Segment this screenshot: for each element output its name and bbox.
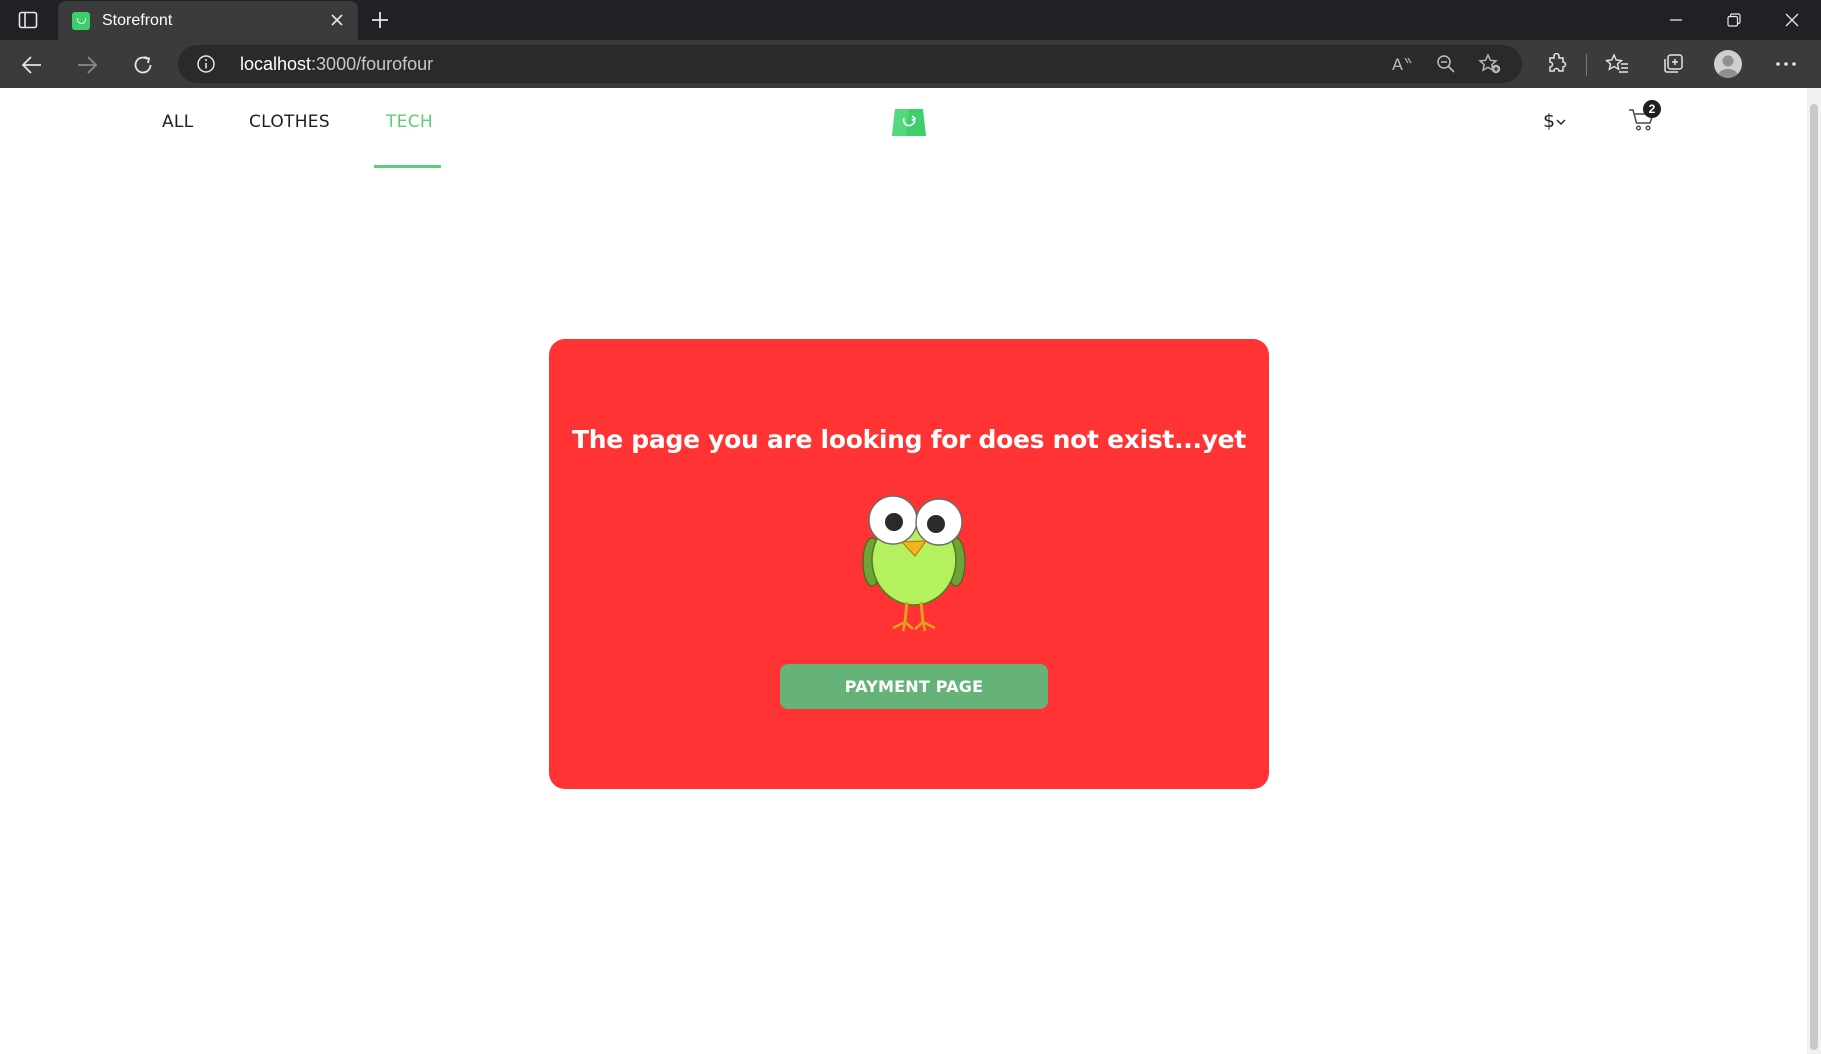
extensions-icon[interactable] (1543, 51, 1571, 77)
active-category-underline (374, 165, 441, 168)
url-path: :3000/fourofour (311, 54, 434, 74)
url-host: localhost (240, 54, 312, 74)
favorites-icon[interactable] (1603, 51, 1631, 77)
address-bar[interactable]: localhost:3000/fourofour A (178, 45, 1522, 83)
chevron-down-icon (1556, 119, 1566, 125)
window-controls (1647, 0, 1821, 40)
logo-bag-icon[interactable] (891, 103, 927, 137)
close-window-button[interactable] (1763, 0, 1821, 40)
minimize-button[interactable] (1647, 0, 1705, 40)
currency-symbol: $ (1543, 110, 1556, 132)
svg-text:A: A (1392, 55, 1403, 74)
nav-category-clothes[interactable]: CLOTHES (249, 112, 330, 132)
browser-title-bar: Storefront (0, 0, 1821, 40)
forward-button[interactable] (71, 49, 103, 81)
not-found-card: The page you are looking for does not ex… (549, 339, 1269, 789)
info-icon[interactable] (196, 54, 216, 74)
tab-actions-icon[interactable] (10, 8, 46, 32)
close-icon[interactable] (326, 9, 348, 31)
not-found-message: The page you are looking for does not ex… (572, 425, 1246, 454)
tab-title: Storefront (102, 12, 173, 29)
storefront-favicon-icon (72, 12, 90, 30)
profile-icon[interactable] (1714, 50, 1742, 78)
browser-toolbar: localhost:3000/fourofour A (0, 40, 1821, 88)
bird-illustration (862, 495, 966, 632)
page-viewport: ALL CLOTHES TECH $ 2 The page you are lo… (0, 88, 1821, 1054)
read-aloud-icon[interactable]: A (1390, 53, 1414, 75)
restore-button[interactable] (1705, 0, 1763, 40)
more-icon[interactable] (1772, 51, 1800, 77)
nav-category-tech[interactable]: TECH (386, 112, 433, 132)
url-text[interactable]: localhost:3000/fourofour (240, 54, 433, 75)
cart-count-badge: 2 (1643, 100, 1661, 118)
add-favorite-icon[interactable] (1478, 53, 1502, 75)
nav-category-all[interactable]: ALL (162, 112, 193, 132)
close-icon (1785, 13, 1799, 27)
page-scrollbar[interactable] (1807, 88, 1821, 1054)
refresh-button[interactable] (127, 49, 159, 81)
collections-icon[interactable] (1659, 51, 1687, 77)
minimize-icon (1670, 19, 1682, 21)
new-tab-button[interactable] (366, 8, 394, 32)
refresh-icon (134, 56, 152, 74)
store-header: ALL CLOTHES TECH $ 2 (0, 88, 1807, 168)
currency-switcher[interactable]: $ (1543, 110, 1566, 132)
payment-page-button[interactable]: PAYMENT PAGE (780, 664, 1048, 709)
zoom-out-icon[interactable] (1434, 53, 1458, 75)
forward-icon (78, 56, 98, 74)
browser-tab[interactable]: Storefront (58, 1, 358, 40)
plus-icon (372, 12, 388, 28)
back-button[interactable] (16, 49, 48, 81)
back-icon (21, 56, 41, 74)
toolbar-divider (1586, 54, 1587, 76)
scrollbar-thumb[interactable] (1810, 104, 1818, 1050)
restore-icon (1727, 13, 1741, 27)
